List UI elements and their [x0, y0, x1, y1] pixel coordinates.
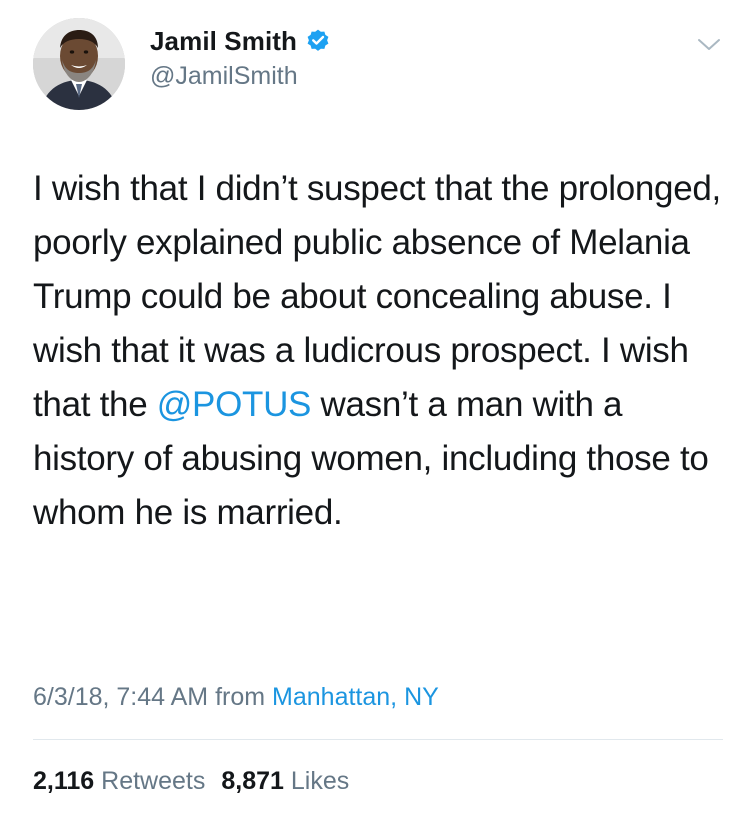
divider: [33, 739, 723, 740]
likes-count: 8,871: [221, 767, 284, 795]
author-display-name[interactable]: Jamil Smith: [150, 26, 297, 57]
tweet-meta: 6/3/18, 7:44 AM from Manhattan, NY: [33, 683, 439, 712]
retweets-count: 2,116: [33, 767, 95, 795]
likes-stat[interactable]: 8,871 Likes: [221, 767, 349, 795]
author-name-row: Jamil Smith: [150, 24, 331, 58]
location-link[interactable]: Manhattan, NY: [272, 683, 439, 711]
chevron-down-icon[interactable]: [695, 30, 723, 58]
avatar-photo-icon: [33, 18, 125, 110]
from-label: from: [215, 683, 266, 711]
retweets-stat[interactable]: 2,116 Retweets: [33, 767, 205, 795]
retweets-label: Retweets: [101, 767, 206, 795]
tweet-card: Jamil Smith @JamilSmith I wish that I di…: [0, 0, 750, 816]
author-handle[interactable]: @JamilSmith: [150, 62, 298, 91]
avatar[interactable]: [33, 18, 125, 110]
tweet-header: Jamil Smith @JamilSmith: [33, 18, 723, 110]
tweet-stats: 2,116 Retweets 8,871 Likes: [33, 767, 349, 796]
mention-link[interactable]: @POTUS: [157, 385, 312, 424]
tweet-timestamp[interactable]: 6/3/18, 7:44 AM: [33, 683, 208, 711]
tweet-text: I wish that I didn’t suspect that the pr…: [33, 162, 723, 540]
likes-label: Likes: [290, 767, 350, 795]
verified-badge-icon: [305, 28, 331, 54]
